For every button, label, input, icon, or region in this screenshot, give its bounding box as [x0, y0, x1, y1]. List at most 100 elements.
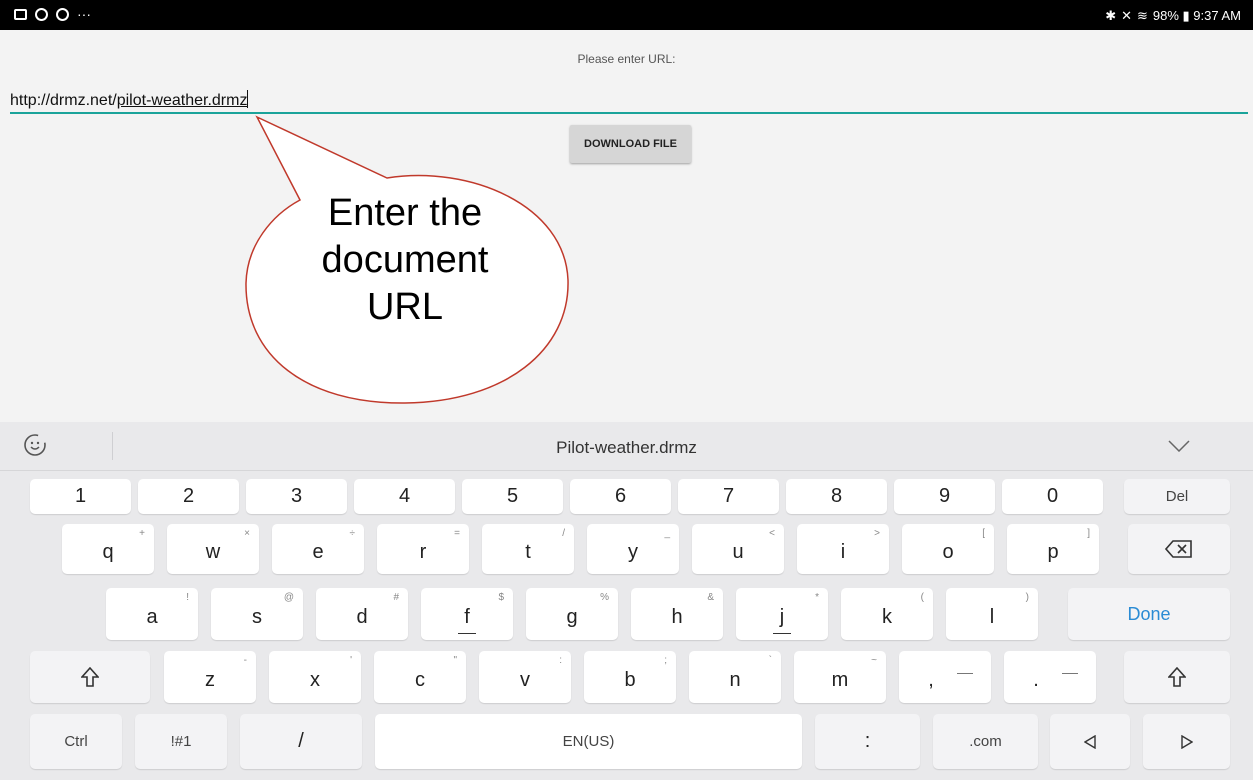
- home-row-marker: [773, 633, 791, 634]
- key-k[interactable]: (k: [841, 588, 933, 640]
- key-hint: &: [707, 592, 714, 603]
- key-n[interactable]: ` n: [689, 651, 781, 703]
- key-hint: +: [139, 528, 145, 539]
- key-q[interactable]: + q: [62, 524, 154, 574]
- key-o[interactable]: [o: [902, 524, 994, 574]
- key-label: w: [205, 540, 221, 563]
- slash-key[interactable]: /: [240, 714, 362, 769]
- key-y[interactable]: _ y: [587, 524, 679, 574]
- text-caret: [247, 90, 249, 108]
- key-h[interactable]: & h: [631, 588, 723, 640]
- key-hint: :: [559, 655, 562, 666]
- key-e[interactable]: ÷ e: [272, 524, 364, 574]
- key-label: y: [628, 540, 638, 563]
- backspace-key[interactable]: [1128, 524, 1230, 574]
- wifi-icon: ≋: [1137, 8, 1148, 23]
- key-v[interactable]: :v: [479, 651, 571, 703]
- key-hint: ): [1025, 592, 1029, 603]
- key-2[interactable]: 2: [138, 479, 239, 514]
- key-i[interactable]: > i: [797, 524, 889, 574]
- status-notifications: ···: [14, 6, 91, 22]
- cursor-right-key[interactable]: [1143, 714, 1230, 769]
- key-label: d: [356, 605, 368, 628]
- del-key[interactable]: Del: [1124, 479, 1230, 514]
- key-w[interactable]: × w: [167, 524, 259, 574]
- key-r[interactable]: = r: [377, 524, 469, 574]
- key-label: 8: [830, 485, 843, 507]
- symbols-key[interactable]: !#1: [135, 714, 227, 769]
- key-z[interactable]: -z: [164, 651, 256, 703]
- ctrl-key[interactable]: Ctrl: [30, 714, 122, 769]
- key-p[interactable]: ] p: [1007, 524, 1099, 574]
- cursor-left-key[interactable]: [1050, 714, 1130, 769]
- key-hint: !: [186, 592, 189, 603]
- shift-left-key[interactable]: [30, 651, 150, 703]
- suggestion-bar: Pilot-weather.drmz: [0, 422, 1253, 471]
- key-g[interactable]: % g: [526, 588, 618, 640]
- key-label: q: [102, 540, 114, 563]
- key-l[interactable]: ) l: [946, 588, 1038, 640]
- key-period[interactable]: .: [1004, 651, 1096, 703]
- url-prefix: http://drmz.net/: [10, 92, 117, 109]
- key-label: f: [464, 605, 470, 628]
- key-label: x: [310, 668, 320, 691]
- key-label: 6: [614, 485, 627, 507]
- key-6[interactable]: 6: [570, 479, 671, 514]
- key-a[interactable]: ! a: [106, 588, 198, 640]
- key-5[interactable]: 5: [462, 479, 563, 514]
- key-m[interactable]: ~ m: [794, 651, 886, 703]
- key-1[interactable]: 1: [30, 479, 131, 514]
- key-c[interactable]: " c: [374, 651, 466, 703]
- gallery-icon: [14, 8, 27, 20]
- download-file-button[interactable]: DOWNLOAD FILE: [570, 125, 691, 163]
- key-hint: `: [768, 655, 772, 666]
- space-key[interactable]: EN(US): [375, 714, 802, 769]
- dotcom-key[interactable]: .com: [933, 714, 1038, 769]
- key-label: p: [1047, 540, 1059, 563]
- suggestion-word[interactable]: Pilot-weather.drmz: [0, 438, 1253, 458]
- bluetooth-icon: ✱: [1105, 8, 1117, 23]
- callout-line-1: Enter the: [327, 192, 483, 234]
- callout-line-3: URL: [366, 286, 444, 328]
- key-j[interactable]: * j: [736, 588, 828, 640]
- callout-line-2: document: [321, 239, 489, 281]
- key-label: 3: [290, 485, 303, 507]
- colon-key[interactable]: :: [815, 714, 920, 769]
- key-7[interactable]: 7: [678, 479, 779, 514]
- key-hint: ÷: [349, 528, 356, 539]
- at-icon: [35, 7, 48, 21]
- key-comma[interactable]: ,: [899, 651, 991, 703]
- key-hint: >: [874, 528, 880, 539]
- key-hint: ]: [1087, 528, 1090, 539]
- shift-right-key[interactable]: [1124, 651, 1230, 703]
- key-t[interactable]: / t: [482, 524, 574, 574]
- key-u[interactable]: < u: [692, 524, 784, 574]
- key-8[interactable]: 8: [786, 479, 887, 514]
- key-b[interactable]: ; b: [584, 651, 676, 703]
- chevron-down-icon[interactable]: [1168, 440, 1190, 452]
- key-f[interactable]: $ f: [421, 588, 513, 640]
- key-4[interactable]: 4: [354, 479, 455, 514]
- key-label: s: [252, 605, 262, 628]
- key-0[interactable]: 0: [1002, 479, 1103, 514]
- key-hint: %: [600, 592, 609, 603]
- key-s[interactable]: @ s: [211, 588, 303, 640]
- key-label: EN(US): [562, 733, 615, 750]
- key-label: Done: [1127, 603, 1171, 624]
- key-hint: @: [283, 592, 294, 603]
- done-key[interactable]: Done: [1068, 588, 1230, 640]
- key-label: l: [989, 605, 995, 628]
- key-label: j: [779, 605, 785, 628]
- key-label: a: [146, 605, 158, 628]
- url-input[interactable]: http://drmz.net/pilot-weather.drmz: [10, 88, 1248, 114]
- arrow-right-icon: [1180, 734, 1193, 749]
- key-label: i: [840, 540, 846, 563]
- key-3[interactable]: 3: [246, 479, 347, 514]
- arrow-left-icon: [1084, 734, 1096, 749]
- key-label: .com: [969, 733, 1002, 750]
- key-hint: -: [243, 655, 247, 666]
- key-hint: _: [664, 528, 670, 539]
- key-9[interactable]: 9: [894, 479, 995, 514]
- key-x[interactable]: ' x: [269, 651, 361, 703]
- key-d[interactable]: # d: [316, 588, 408, 640]
